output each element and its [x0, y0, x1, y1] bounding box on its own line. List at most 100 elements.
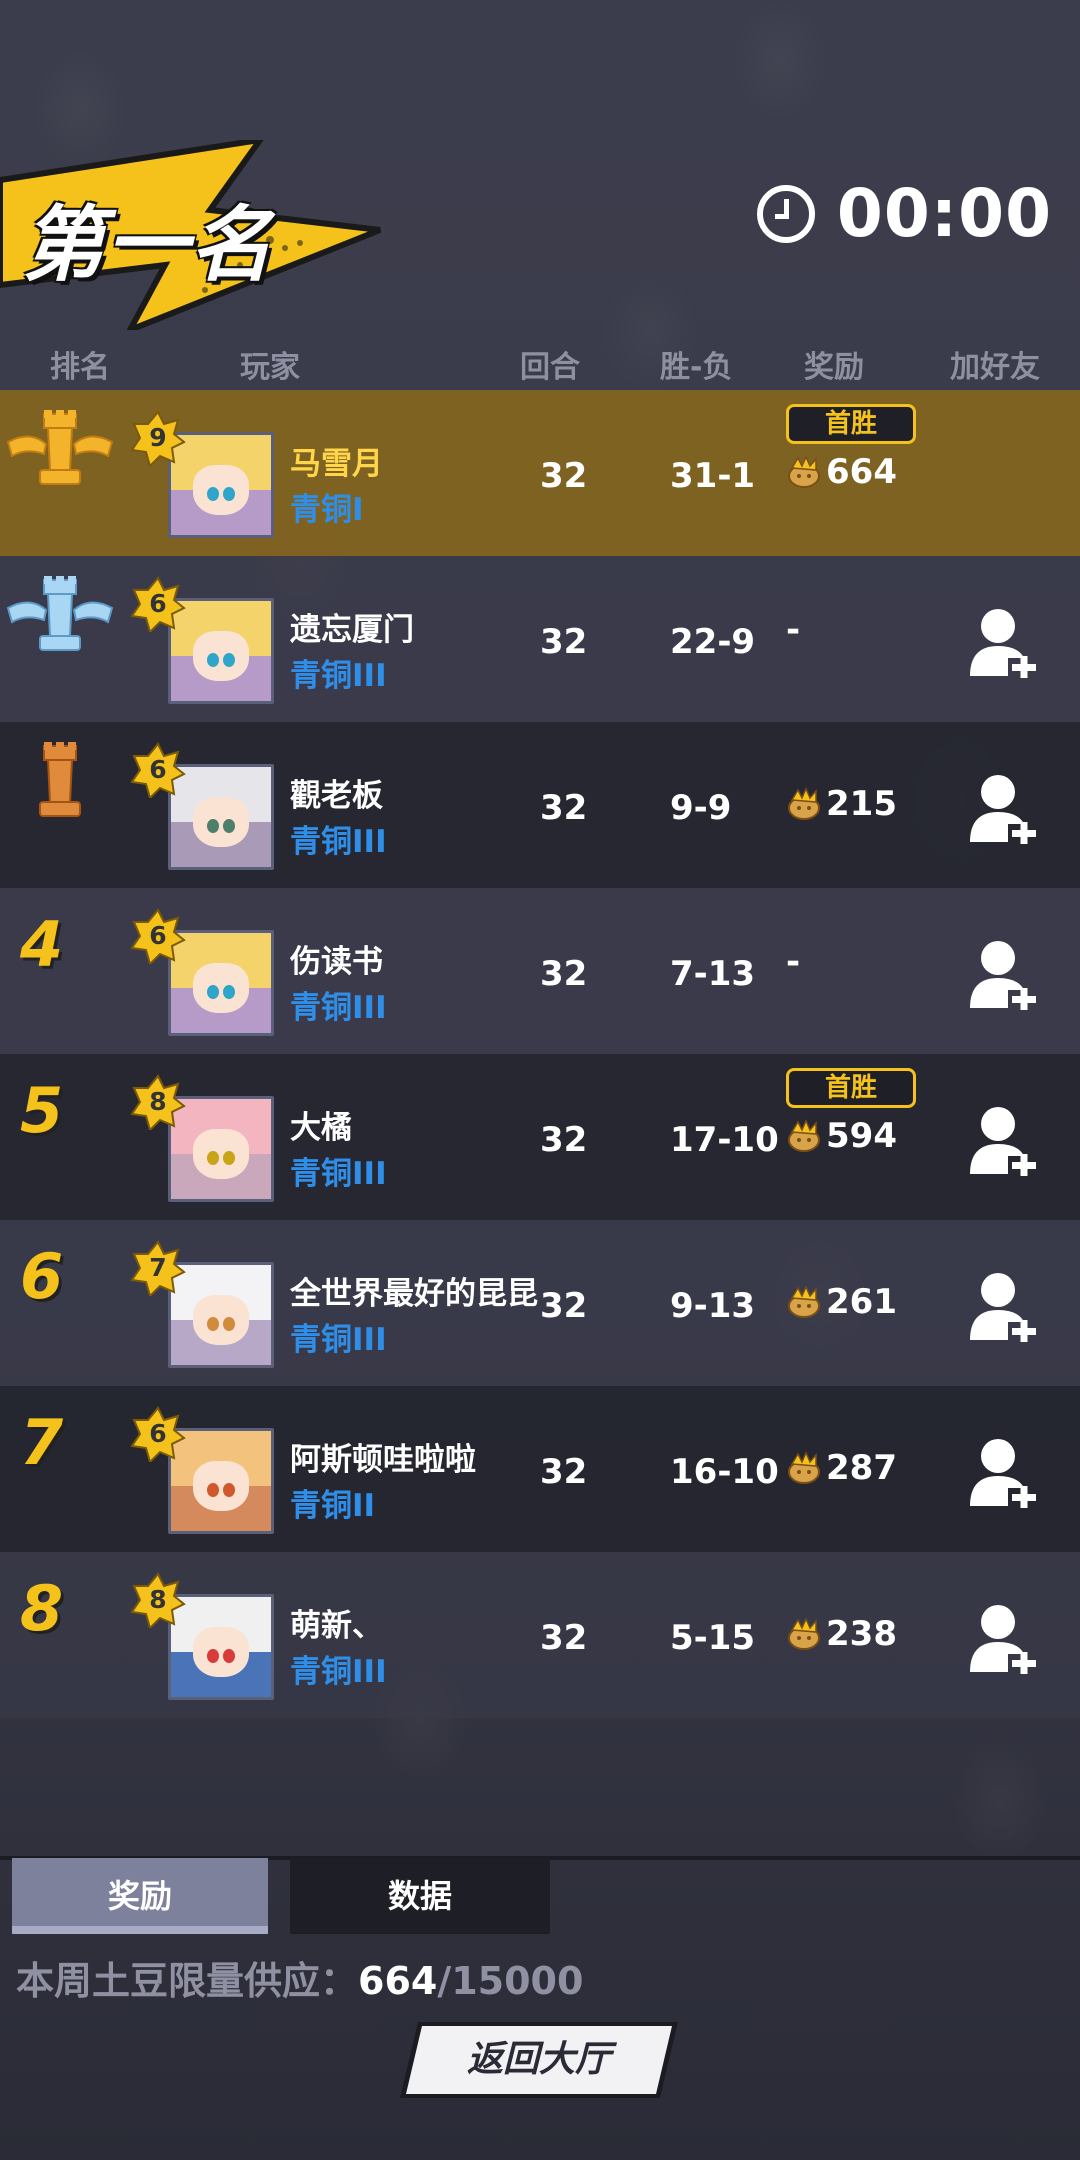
- level-star-icon: 7: [130, 1240, 186, 1296]
- rounds-value: 32: [540, 622, 588, 662]
- win-loss-value: 17-10: [670, 1120, 779, 1160]
- leaderboard-row: 5 8 大橘 青铜III 32 17-10 首胜 594: [0, 1054, 1080, 1220]
- weekly-supply-limit: /15000: [437, 1959, 584, 2003]
- leaderboard-row: 6 7 全世界最好的昆昆 青铜III 32 9-13 261: [0, 1220, 1080, 1386]
- column-header-reward: 奖励: [804, 350, 864, 385]
- win-loss-value: 31-1: [670, 456, 756, 496]
- reward: 287: [786, 1448, 897, 1488]
- potato-coin-icon: [786, 1450, 822, 1486]
- potato-coin-icon: [786, 1284, 822, 1320]
- back-to-lobby-label: 返回大厅: [466, 2039, 611, 2080]
- first-win-badge: 首胜: [786, 404, 916, 444]
- player-tier: 青铜I: [290, 492, 364, 528]
- player-level: 6: [149, 589, 167, 618]
- add-friend-icon[interactable]: [968, 1270, 1038, 1344]
- rounds-value: 32: [540, 954, 588, 994]
- weekly-supply-current: 664: [358, 1959, 438, 2003]
- win-loss-value: 7-13: [670, 954, 756, 994]
- rounds-value: 32: [540, 1286, 588, 1326]
- reward: 238: [786, 1614, 897, 1654]
- player-level: 6: [149, 755, 167, 784]
- rank-number: 6: [20, 1240, 64, 1313]
- potato-coin-icon: [786, 454, 822, 490]
- first-win-badge: 首胜: [786, 1068, 916, 1108]
- reward: 664: [786, 452, 897, 492]
- weekly-supply-label: 本周土豆限量供应：: [16, 1959, 359, 2003]
- rank-1-trophy-icon: [0, 400, 120, 500]
- reward-value: 664: [826, 452, 897, 492]
- leaderboard-row: 8 8 萌新、 青铜III 32 5-15 238: [0, 1552, 1080, 1718]
- level-star-icon: 9: [130, 410, 186, 466]
- win-loss-value: 16-10: [670, 1452, 779, 1492]
- player-level: 9: [149, 423, 167, 452]
- weekly-supply: 本周土豆限量供应：664/15000: [16, 1950, 583, 2005]
- tab-reward[interactable]: 奖励: [12, 1858, 268, 1934]
- column-header-rounds: 回合: [520, 350, 580, 385]
- column-header-add-friend: 加好友: [950, 350, 1040, 385]
- add-friend-icon[interactable]: [968, 1602, 1038, 1676]
- rank-number: 5: [20, 1074, 64, 1147]
- level-star-icon: 6: [130, 908, 186, 964]
- leaderboard-row: 6 觀老板 青铜III 32 9-9 215: [0, 722, 1080, 888]
- leaderboard-row: 7 6 阿斯顿哇啦啦 青铜II 32 16-10 287: [0, 1386, 1080, 1552]
- add-friend-icon[interactable]: [968, 1436, 1038, 1510]
- player-name: 阿斯顿哇啦啦: [290, 1442, 476, 1478]
- reward-value: 287: [826, 1448, 897, 1488]
- level-star-icon: 8: [130, 1074, 186, 1130]
- reward-value: 215: [826, 784, 897, 824]
- level-star-icon: 8: [130, 1572, 186, 1628]
- add-friend-icon[interactable]: [968, 1104, 1038, 1178]
- player-level: 6: [149, 1419, 167, 1448]
- level-star-icon: 6: [130, 1406, 186, 1462]
- clock-icon: [756, 184, 815, 243]
- win-loss-value: 22-9: [670, 622, 756, 662]
- rank-banner-title: 第一名: [22, 198, 274, 293]
- rank-number: 7: [20, 1406, 64, 1479]
- column-header-win-loss: 胜-负: [660, 350, 733, 385]
- player-tier: 青铜III: [290, 1156, 387, 1192]
- timer: 00:00: [756, 175, 1052, 252]
- player-name: 伤读书: [290, 944, 383, 980]
- rank-number: 8: [20, 1572, 64, 1645]
- reward-value: 594: [826, 1116, 897, 1156]
- player-tier: 青铜III: [290, 824, 387, 860]
- win-loss-value: 9-13: [670, 1286, 756, 1326]
- reward-value: -: [786, 942, 801, 982]
- reward-value: 238: [826, 1614, 897, 1654]
- reward-value: 261: [826, 1282, 897, 1322]
- leaderboard-row: 6 遗忘厦门 青铜III 32 22-9 -: [0, 556, 1080, 722]
- player-name: 大橘: [290, 1110, 352, 1146]
- potato-coin-icon: [786, 1616, 822, 1652]
- rank-3-trophy-icon: [0, 732, 120, 832]
- reward: 215: [786, 784, 897, 824]
- column-header-player: 玩家: [240, 350, 300, 385]
- win-loss-value: 9-9: [670, 788, 732, 828]
- add-friend-icon[interactable]: [968, 772, 1038, 846]
- tab-data[interactable]: 数据: [290, 1858, 550, 1934]
- level-star-icon: 6: [130, 742, 186, 798]
- leaderboard-row: 9 马雪月 青铜I 32 31-1 首胜 664: [0, 390, 1080, 556]
- back-to-lobby-button[interactable]: 返回大厅: [400, 2022, 678, 2098]
- level-star-icon: 6: [130, 576, 186, 632]
- timer-text: 00:00: [836, 175, 1052, 252]
- rank-2-trophy-icon: [0, 566, 120, 666]
- player-tier: 青铜III: [290, 990, 387, 1026]
- reward: 594: [786, 1116, 897, 1156]
- rank-number: 4: [20, 908, 64, 981]
- rounds-value: 32: [540, 788, 588, 828]
- add-friend-icon[interactable]: [968, 938, 1038, 1012]
- player-tier: 青铜III: [290, 658, 387, 694]
- rounds-value: 32: [540, 1452, 588, 1492]
- rounds-value: 32: [540, 456, 588, 496]
- rounds-value: 32: [540, 1120, 588, 1160]
- leaderboard-row: 4 6 伤读书 青铜III 32 7-13 -: [0, 888, 1080, 1054]
- player-name: 萌新、: [290, 1608, 383, 1644]
- player-level: 7: [149, 1253, 167, 1282]
- rounds-value: 32: [540, 1618, 588, 1658]
- win-loss-value: 5-15: [670, 1618, 756, 1658]
- player-tier: 青铜III: [290, 1322, 387, 1358]
- reward: 261: [786, 1282, 897, 1322]
- player-tier: 青铜III: [290, 1654, 387, 1690]
- add-friend-icon[interactable]: [968, 606, 1038, 680]
- potato-coin-icon: [786, 786, 822, 822]
